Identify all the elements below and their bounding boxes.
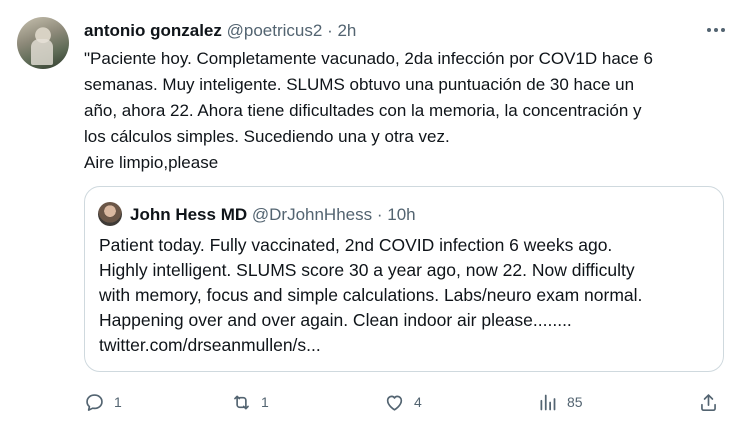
- tweet-text-line: "Paciente hoy. Completamente vacunado, 2…: [84, 49, 653, 68]
- tweet-text-line: semanas. Muy inteligente. SLUMS obtuvo u…: [84, 75, 635, 94]
- author-handle[interactable]: @poetricus2: [227, 21, 323, 40]
- reply-count: 1: [114, 394, 122, 410]
- quoted-header-separator: ·: [376, 205, 383, 224]
- tweet-header: antonio gonzalez @poetricus2 · 2h: [84, 20, 356, 42]
- action-bar: 1 1 4 85: [0, 386, 746, 418]
- quoted-tweet-card[interactable]: John Hess MD @DrJohnHhess · 10h Patient …: [84, 186, 724, 372]
- quoted-text-line: with memory, focus and simple calculatio…: [99, 285, 643, 305]
- tweet-text-line: año, ahora 22. Ahora tiene dificultades …: [84, 101, 642, 120]
- quoted-text-line: Patient today. Fully vaccinated, 2nd COV…: [99, 235, 613, 255]
- like-count: 4: [414, 394, 422, 410]
- tweet-time[interactable]: 2h: [337, 21, 356, 40]
- quoted-tweet-time: 10h: [387, 205, 416, 224]
- tweet-text: "Paciente hoy. Completamente vacunado, 2…: [84, 46, 734, 176]
- more-dots-icon[interactable]: [704, 22, 728, 38]
- quoted-text-line: Highly intelligent. SLUMS score 30 a yea…: [99, 260, 635, 280]
- quoted-author-name: John Hess MD: [130, 205, 248, 224]
- reply-bubble-icon: [86, 393, 103, 411]
- quoted-author-handle: @DrJohnHhess: [251, 205, 373, 224]
- tweet-text-line: los cálculos simples. Sucediendo una y o…: [84, 127, 450, 146]
- quoted-tweet-text: Patient today. Fully vaccinated, 2nd COV…: [99, 233, 719, 358]
- views-count: 85: [567, 394, 583, 410]
- author-avatar[interactable]: [17, 17, 69, 69]
- like-button[interactable]: 4: [384, 386, 422, 418]
- quoted-author-avatar: [98, 202, 122, 226]
- retweet-icon: [234, 395, 249, 409]
- share-upload-icon: [701, 393, 716, 411]
- tweet[interactable]: antonio gonzalez @poetricus2 · 2h "Pacie…: [0, 0, 746, 432]
- tweet-text-line: Aire limpio,please: [84, 153, 219, 172]
- heart-icon: [386, 395, 403, 411]
- author-name[interactable]: antonio gonzalez: [84, 21, 222, 40]
- retweet-count: 1: [261, 394, 269, 410]
- quoted-tweet-header: John Hess MD @DrJohnHhess · 10h: [130, 204, 416, 226]
- share-button[interactable]: [698, 386, 719, 418]
- views-button[interactable]: 85: [537, 386, 583, 418]
- quoted-text-line: twitter.com/drseanmullen/s...: [99, 335, 321, 355]
- quoted-text-line: Happening over and over again. Clean ind…: [99, 310, 572, 330]
- views-bars-icon: [540, 394, 556, 410]
- header-separator: ·: [327, 21, 333, 40]
- reply-button[interactable]: 1: [84, 386, 122, 418]
- retweet-button[interactable]: 1: [231, 386, 269, 418]
